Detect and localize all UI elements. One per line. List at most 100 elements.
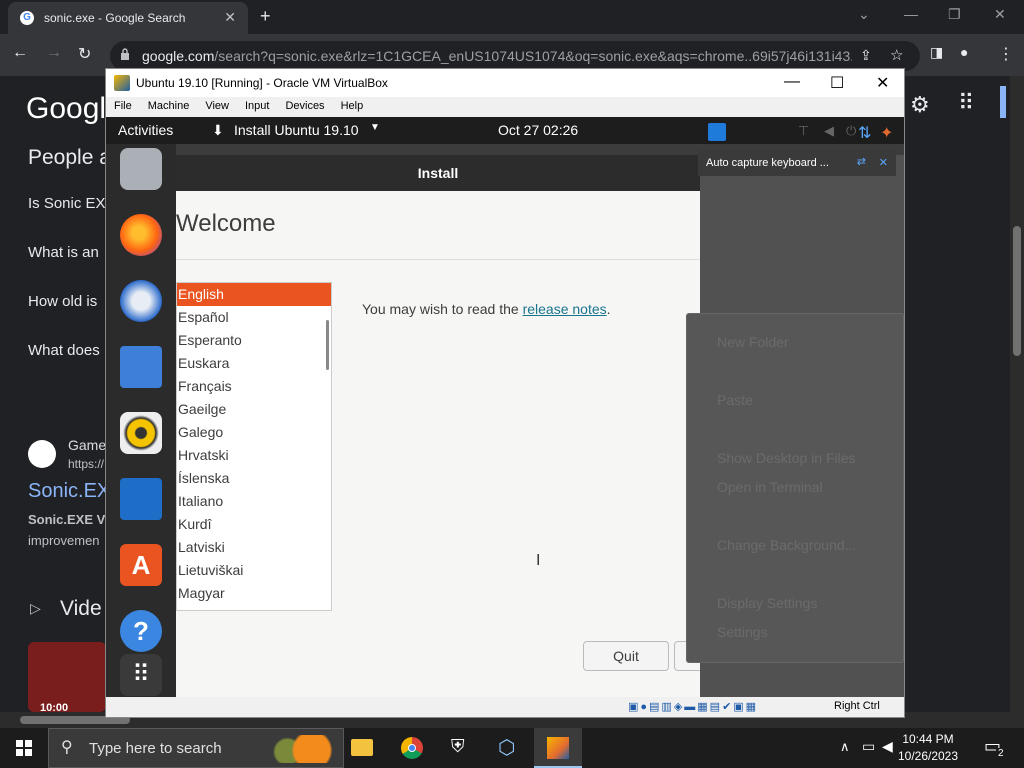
- language-item[interactable]: Íslenska: [177, 467, 331, 490]
- vbox-minimize-icon[interactable]: —: [784, 73, 800, 91]
- close-window-icon[interactable]: ✕: [994, 6, 1006, 23]
- vbox-menubar: File Machine View Input Devices Help: [106, 97, 904, 117]
- menu-devices[interactable]: Devices: [277, 97, 332, 112]
- menu-input[interactable]: Input: [237, 97, 277, 112]
- language-list-scrollbar[interactable]: [326, 320, 329, 370]
- language-item[interactable]: Français: [177, 375, 331, 398]
- app-menu-label[interactable]: Install Ubuntu 19.10: [234, 122, 359, 138]
- menu-file[interactable]: File: [106, 97, 140, 112]
- ubuntu-vm-taskbar-icon[interactable]: [534, 728, 582, 768]
- page-scrollbar[interactable]: [1010, 76, 1024, 712]
- address-bar[interactable]: google.com/search?q=sonic.exe&rlz=1C1GCE…: [110, 41, 920, 71]
- menu-settings[interactable]: Settings: [717, 624, 768, 640]
- share-icon[interactable]: ⇪: [860, 47, 872, 64]
- release-notes-prefix: You may wish to read the: [362, 301, 523, 317]
- language-item[interactable]: Italiano: [177, 490, 331, 513]
- mouse-integration-icon[interactable]: ✦: [880, 123, 893, 143]
- keyboard-capture-icon[interactable]: ⇅: [858, 123, 871, 143]
- minimize-icon[interactable]: —: [904, 6, 918, 22]
- language-item[interactable]: Gaeilge: [177, 398, 331, 421]
- system-clock[interactable]: 10:44 PM 10/26/2023: [888, 731, 968, 765]
- tab-search-icon[interactable]: ⌄: [858, 6, 870, 23]
- divider: [176, 259, 700, 260]
- menu-view[interactable]: View: [197, 97, 237, 112]
- menu-change-background[interactable]: Change Background...: [717, 537, 856, 553]
- help-icon[interactable]: ?: [120, 610, 162, 652]
- guest-display[interactable]: Activities ⬇ Install Ubuntu 19.10 ▼ Oct …: [106, 117, 904, 697]
- chrome-taskbar-icon[interactable]: [388, 728, 436, 768]
- language-item[interactable]: Lietuviškai: [177, 559, 331, 582]
- menu-show-desktop[interactable]: Show Desktop in Files: [717, 450, 856, 466]
- notification-text: Auto capture keyboard ...: [706, 157, 829, 169]
- browser-tab[interactable]: G sonic.exe - Google Search ✕: [8, 2, 248, 34]
- signin-button-edge[interactable]: [1000, 86, 1006, 118]
- scrollbar-thumb[interactable]: [1013, 226, 1021, 356]
- file-explorer-taskbar-icon[interactable]: [338, 728, 386, 768]
- menu-paste[interactable]: Paste: [717, 392, 753, 408]
- firefox-icon[interactable]: [120, 214, 162, 256]
- menu-open-terminal[interactable]: Open in Terminal: [717, 479, 823, 495]
- profile-icon[interactable]: ●: [960, 44, 968, 60]
- notification-icon[interactable]: [708, 123, 726, 141]
- libreoffice-writer-icon[interactable]: [120, 478, 162, 520]
- new-tab-icon[interactable]: +: [260, 6, 271, 27]
- quit-button[interactable]: Quit: [583, 641, 669, 671]
- menu-machine[interactable]: Machine: [140, 97, 198, 112]
- software-center-icon[interactable]: A: [120, 544, 162, 586]
- language-item[interactable]: Hrvatski: [177, 444, 331, 467]
- vbox-close-icon[interactable]: ✕: [876, 73, 889, 93]
- bookmark-star-icon[interactable]: ☆: [890, 46, 903, 64]
- installer-titlebar: Install: [176, 155, 700, 191]
- back-icon[interactable]: ←: [12, 44, 28, 62]
- activities-button[interactable]: Activities: [118, 122, 173, 138]
- virtualbox-manager-taskbar-icon[interactable]: ⬡: [484, 728, 532, 768]
- language-list[interactable]: English Español Esperanto Euskara França…: [176, 282, 332, 611]
- result-source: Game: [68, 437, 107, 453]
- windows-logo-icon: [16, 740, 32, 756]
- ubuntu-dock: A ? ⠿: [106, 144, 176, 697]
- menu-help[interactable]: Help: [333, 97, 372, 112]
- paa-question-2[interactable]: What is an: [28, 244, 99, 261]
- start-button[interactable]: [0, 728, 48, 768]
- app-menu-caret-icon[interactable]: ▼: [370, 122, 380, 133]
- files-icon[interactable]: [120, 346, 162, 388]
- desktop-context-menu: New Folder Paste Show Desktop in Files O…: [686, 313, 904, 663]
- language-item[interactable]: English: [177, 283, 331, 306]
- side-panel-icon[interactable]: ◨: [930, 44, 943, 61]
- language-item[interactable]: Kurdî: [177, 513, 331, 536]
- taskbar-search-box[interactable]: ⚲ Type here to search: [48, 728, 344, 768]
- language-item[interactable]: Esperanto: [177, 329, 331, 352]
- paa-question-4[interactable]: What does: [28, 342, 100, 359]
- close-tab-icon[interactable]: ✕: [224, 9, 236, 26]
- apps-grid-icon[interactable]: ⠿: [958, 90, 974, 116]
- paa-question-3[interactable]: How old is: [28, 293, 97, 310]
- video-duration: 10:00: [40, 702, 69, 712]
- paa-question-1[interactable]: Is Sonic EX: [28, 195, 106, 212]
- installer-dock-icon[interactable]: [120, 148, 162, 190]
- top-bar-clock[interactable]: Oct 27 02:26: [498, 122, 578, 138]
- security-shield-taskbar-icon[interactable]: ⛨: [436, 728, 484, 768]
- forward-icon[interactable]: →: [46, 44, 62, 62]
- language-item[interactable]: Galego: [177, 421, 331, 444]
- language-item[interactable]: Euskara: [177, 352, 331, 375]
- restore-icon[interactable]: ❐: [948, 6, 961, 23]
- show-applications-icon[interactable]: ⠿: [120, 654, 162, 696]
- release-notes-link[interactable]: release notes: [523, 301, 607, 317]
- settings-gear-icon[interactable]: ⚙: [910, 92, 930, 118]
- thunderbird-icon[interactable]: [120, 280, 162, 322]
- reload-icon[interactable]: ↻: [78, 44, 91, 64]
- language-item[interactable]: Magyar: [177, 582, 331, 605]
- network-status-icon[interactable]: ▭: [862, 738, 875, 755]
- chrome-menu-icon[interactable]: ⋮: [998, 44, 1014, 64]
- menu-display-settings[interactable]: Display Settings: [717, 595, 817, 611]
- notification-close-icon[interactable]: ✕: [879, 156, 888, 169]
- language-item[interactable]: Latviski: [177, 536, 331, 559]
- result-title-link[interactable]: Sonic.EX: [28, 480, 110, 503]
- vbox-maximize-icon[interactable]: ☐: [830, 73, 844, 93]
- rhythmbox-icon[interactable]: [120, 412, 162, 454]
- language-item[interactable]: Español: [177, 306, 331, 329]
- menu-new-folder[interactable]: New Folder: [717, 334, 789, 350]
- show-hidden-icons-icon[interactable]: ∧: [840, 739, 850, 755]
- vbox-device-icons[interactable]: ▣●▤▥◈▬▦▤✔▣▦: [628, 700, 758, 713]
- notification-info-icon[interactable]: ⇄: [857, 155, 866, 168]
